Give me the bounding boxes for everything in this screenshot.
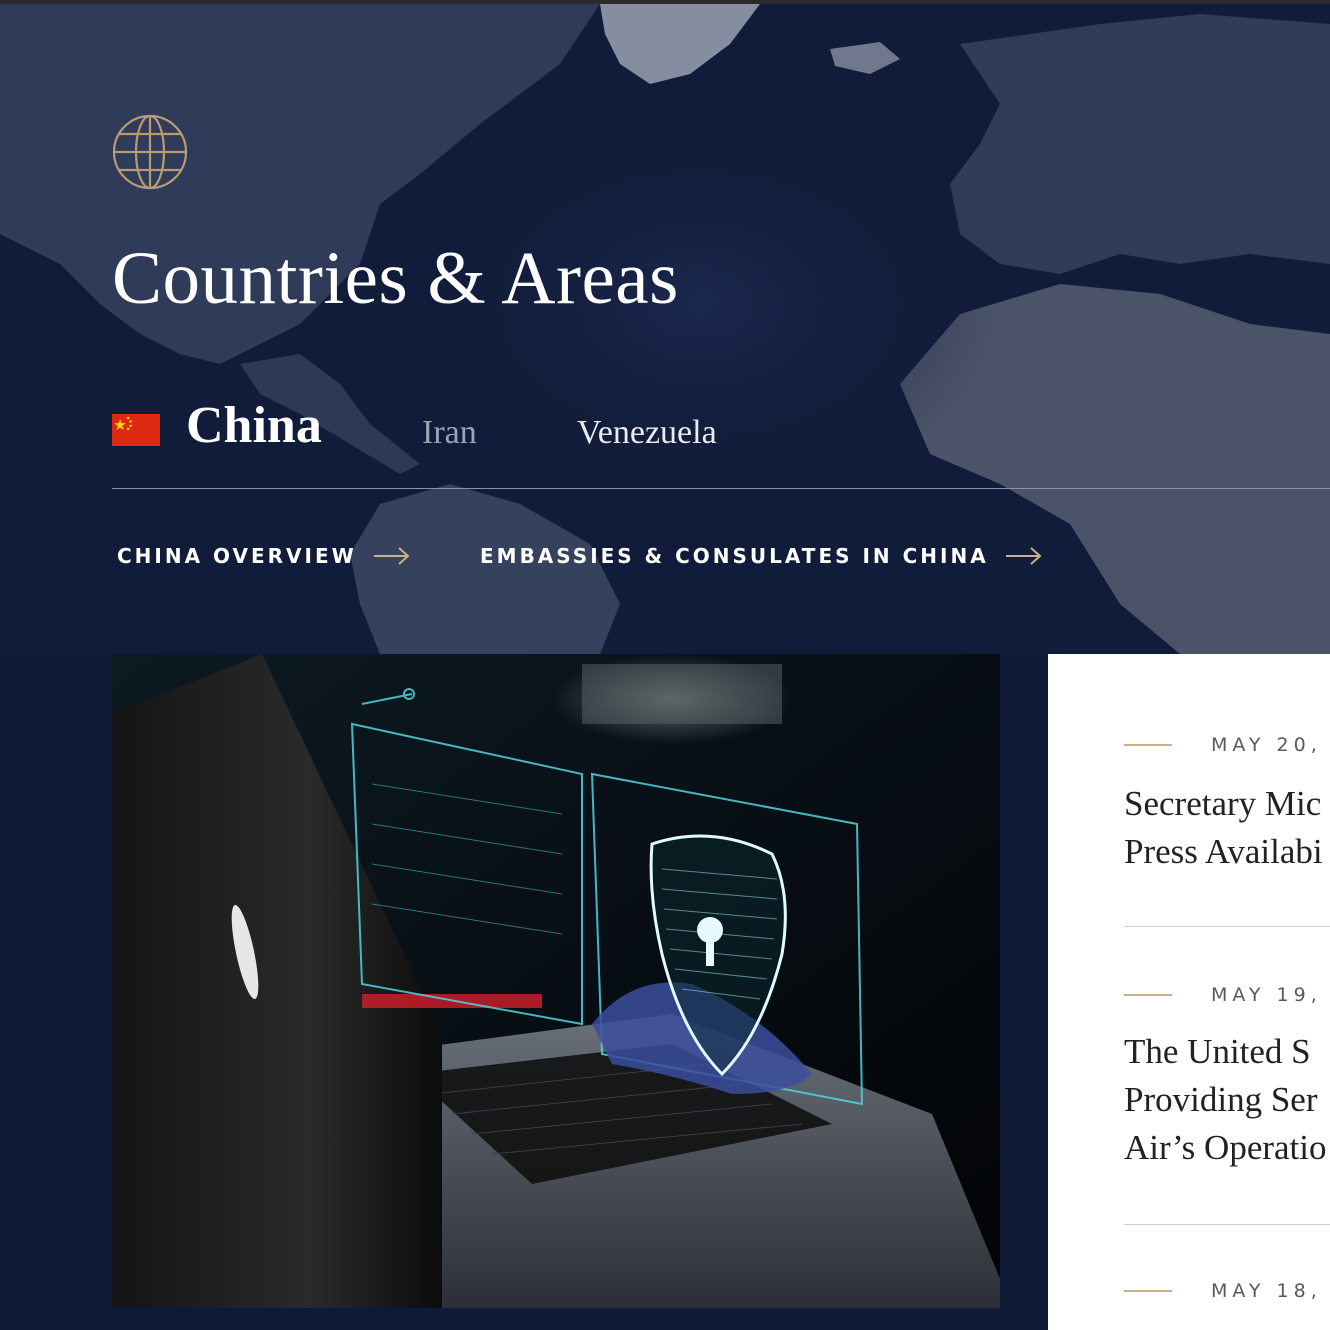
tab-china[interactable]: China <box>186 396 322 455</box>
embassies-consulates-label: EMBASSIES & CONSULATES IN CHINA <box>480 544 989 568</box>
news-date-rule <box>1124 994 1172 996</box>
sub-links: CHINA OVERVIEW EMBASSIES & CONSULATES IN… <box>117 544 1117 574</box>
news-title[interactable]: The United S Providing Ser Air’s Operati… <box>1124 1028 1330 1172</box>
china-flag-icon <box>112 414 160 446</box>
news-separator <box>1124 1224 1330 1225</box>
feature-image[interactable] <box>112 654 1000 1308</box>
globe-icon <box>112 114 188 190</box>
tab-venezuela[interactable]: Venezuela <box>577 414 717 452</box>
cybersecurity-laptop-image <box>112 654 1000 1308</box>
news-title-line: Providing Ser <box>1124 1080 1318 1119</box>
arrow-right-icon <box>373 547 410 565</box>
news-title-line: Air’s Operatio <box>1124 1128 1327 1167</box>
news-date: MAY 19, <box>1211 984 1322 1006</box>
country-tabs: China Iran Venezuela <box>112 396 812 476</box>
divider <box>112 488 1330 489</box>
news-title-line: Secretary Mic <box>1124 784 1322 823</box>
news-title-line: Press Availabi <box>1124 832 1323 871</box>
tab-iran[interactable]: Iran <box>422 414 477 452</box>
news-panel: MAY 20, Secretary Mic Press Availabi MAY… <box>1048 654 1330 1330</box>
embassies-consulates-link[interactable]: EMBASSIES & CONSULATES IN CHINA <box>480 544 1043 568</box>
news-separator <box>1124 926 1330 927</box>
news-date: MAY 18, <box>1211 1280 1322 1302</box>
news-title[interactable]: Secretary Mic Press Availabi <box>1124 780 1330 876</box>
page-title: Countries & Areas <box>112 237 679 320</box>
news-date-rule <box>1124 744 1172 746</box>
news-title-line: The United S <box>1124 1032 1311 1071</box>
news-date-rule <box>1124 1290 1172 1292</box>
news-date: MAY 20, <box>1211 734 1322 756</box>
china-overview-label: CHINA OVERVIEW <box>117 544 357 568</box>
arrow-right-icon <box>1005 547 1042 565</box>
china-overview-link[interactable]: CHINA OVERVIEW <box>117 544 411 568</box>
